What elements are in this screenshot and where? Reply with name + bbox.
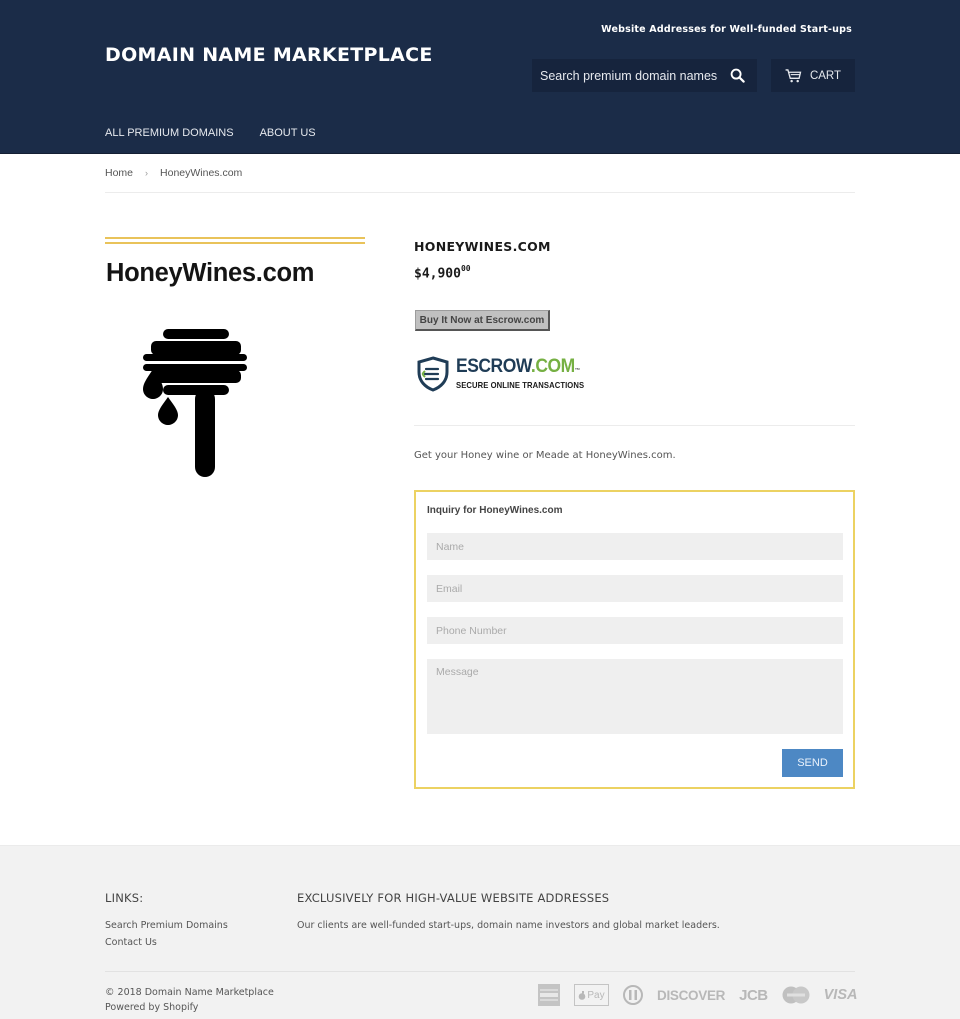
powered-by-shopify-link[interactable]: Powered by Shopify: [105, 1002, 198, 1013]
message-field[interactable]: [427, 659, 843, 734]
honey-dipper-icon: [143, 329, 247, 477]
escrow-logo[interactable]: ESCROW.COM™ SECURE ONLINE TRANSACTIONS: [416, 356, 598, 392]
main-nav: ALL PREMIUM DOMAINS ABOUT US: [105, 127, 316, 139]
send-button[interactable]: SEND: [782, 749, 843, 777]
site-header: Website Addresses for Well-funded Start-…: [0, 0, 960, 154]
nav-all-premium-domains[interactable]: ALL PREMIUM DOMAINS: [105, 127, 234, 139]
footer-links-heading: LINKS:: [105, 891, 144, 905]
breadcrumb: Home › HoneyWines.com: [105, 167, 242, 179]
breadcrumb-home[interactable]: Home: [105, 167, 133, 179]
apple-pay-icon: Pay: [574, 984, 609, 1006]
discover-icon: DISCOVER: [657, 987, 726, 1003]
gold-line: [105, 237, 365, 239]
nav-about-us[interactable]: ABOUT US: [260, 127, 316, 139]
diners-club-icon: [623, 985, 643, 1005]
product-image: HoneyWines.com: [105, 237, 366, 487]
inquiry-title: Inquiry for HoneyWines.com: [427, 505, 563, 516]
cart-label: CART: [809, 69, 842, 82]
visa-icon: VISA: [823, 987, 858, 1003]
escrow-wordmark: ESCROW.COM™: [456, 356, 580, 377]
divider: [105, 192, 855, 193]
search-icon: [730, 68, 745, 83]
search-bar: [532, 59, 757, 92]
gold-line: [105, 242, 365, 244]
price-main: $4,900: [414, 266, 461, 282]
cart-icon: [785, 68, 802, 82]
footer-link-contact-us[interactable]: Contact Us: [105, 937, 157, 948]
product-description: Get your Honey wine or Meade at HoneyWin…: [414, 450, 676, 461]
header-tagline: Website Addresses for Well-funded Start-…: [601, 24, 852, 35]
footer-about-text: Our clients are well-funded start-ups, d…: [297, 920, 720, 931]
site-footer: LINKS: Search Premium Domains Contact Us…: [0, 845, 960, 1019]
cart-button[interactable]: CART: [771, 59, 855, 92]
email-field[interactable]: [427, 575, 843, 602]
breadcrumb-current: HoneyWines.com: [160, 167, 243, 179]
escrow-shield-icon: [417, 356, 449, 392]
buy-now-escrow-button[interactable]: Buy It Now at Escrow.com: [415, 310, 550, 331]
inquiry-form: Inquiry for HoneyWines.com SEND: [414, 490, 855, 789]
product-image-text: HoneyWines.com: [106, 259, 315, 287]
jcb-icon: JCB: [739, 986, 768, 1004]
site-logo[interactable]: DOMAIN NAME MARKETPLACE: [105, 44, 433, 66]
product-price: $4,90000: [414, 264, 471, 282]
footer-link-search-premium-domains[interactable]: Search Premium Domains: [105, 920, 228, 931]
master-icon: [782, 986, 810, 1004]
divider: [105, 971, 855, 972]
divider: [414, 425, 855, 426]
name-field[interactable]: [427, 533, 843, 560]
copyright: © 2018 Domain Name Marketplace Powered b…: [105, 985, 274, 1015]
breadcrumb-separator: ›: [145, 168, 149, 178]
search-button[interactable]: [722, 59, 752, 92]
escrow-subtitle: SECURE ONLINE TRANSACTIONS: [456, 380, 585, 390]
footer-about-heading: EXCLUSIVELY FOR HIGH-VALUE WEBSITE ADDRE…: [297, 891, 610, 905]
product-title: HONEYWINES.COM: [414, 239, 551, 254]
search-input[interactable]: [532, 68, 722, 83]
payment-icons: Pay DISCOVER JCB VISA: [538, 984, 857, 1006]
copyright-text: © 2018 Domain Name Marketplace: [105, 987, 274, 998]
american-express-icon: [538, 984, 560, 1006]
price-cents: 00: [460, 264, 471, 273]
phone-field[interactable]: [427, 617, 843, 644]
